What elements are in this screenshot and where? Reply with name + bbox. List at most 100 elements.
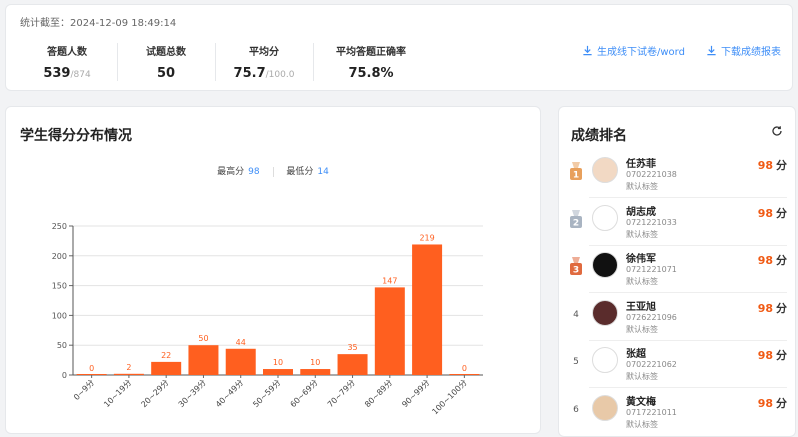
student-score: 98 分 [758, 395, 787, 411]
participants-value: 539 [43, 66, 71, 81]
ranking-list-item[interactable]: 3 徐伟军 0721221071 默认标签 98 分 [559, 246, 797, 293]
bar[interactable] [225, 348, 256, 375]
bar-value-label: 50 [198, 334, 208, 343]
score-value: 98 [757, 396, 773, 410]
rank-number: 6 [573, 404, 579, 415]
bar[interactable] [188, 345, 219, 375]
score-unit: 分 [776, 396, 787, 410]
avatar [592, 252, 618, 278]
bar[interactable] [449, 374, 480, 375]
bar-value-label: 219 [419, 233, 434, 242]
statistics-summary-card: 统计截至：2024-12-09 18:49:14 答题人数 539/874 试题… [5, 4, 793, 91]
ranking-list-item[interactable]: 1 任苏菲 0702221038 默认标签 98 分 [559, 151, 797, 198]
student-score: 98 分 [758, 300, 787, 316]
student-tag: 默认标签 [626, 182, 658, 191]
x-tick-label: 80~89分 [363, 378, 394, 409]
student-id: 0702221038 [626, 170, 677, 179]
bar-value-label: 22 [161, 351, 171, 360]
student-score: 98 分 [758, 157, 787, 173]
student-id: 0721221071 [626, 265, 677, 274]
ranking-list-item[interactable]: 6 黄文梅 0717221011 默认标签 98 分 [559, 389, 797, 436]
x-tick-label: 40~49分 [214, 378, 245, 409]
download-report-button[interactable]: 下载成绩报表 [706, 43, 781, 58]
score-ranking-card: 成绩排名 1 任苏菲 0702221038 默认标签 98 分 2 胡志成 0721221033… [558, 106, 796, 437]
ranking-list-item[interactable]: 5 张超 0702221062 默认标签 98 分 [559, 341, 797, 388]
x-tick-label: 30~39分 [177, 378, 208, 409]
rank-medal-icon: 2 [569, 209, 583, 231]
student-tag: 默认标签 [626, 277, 658, 286]
x-tick-label: 50~59分 [251, 378, 282, 409]
x-tick-label: 70~79分 [326, 378, 357, 409]
bar[interactable] [374, 287, 405, 375]
rank-number: 5 [573, 357, 579, 367]
bar[interactable] [412, 244, 443, 375]
accuracy-value: 75.8% [348, 66, 394, 81]
participants-label: 答题人数 [47, 47, 87, 58]
student-id: 0726221096 [626, 312, 677, 322]
score-unit: 分 [776, 301, 787, 315]
bar[interactable] [337, 354, 368, 375]
student-name: 任苏菲 [626, 159, 656, 170]
ranking-list-item[interactable]: 2 胡志成 0721221033 默认标签 98 分 [559, 199, 797, 246]
bar[interactable] [263, 369, 293, 375]
bar-value-label: 2 [126, 363, 131, 372]
download-report-label: 下载成绩报表 [721, 47, 781, 58]
avatar [592, 347, 618, 373]
y-tick-label: 50 [57, 341, 67, 350]
avatar [592, 394, 618, 421]
score-unit: 分 [776, 254, 787, 267]
student-score: 98 分 [758, 347, 787, 363]
generate-offline-paper-button[interactable]: 生成线下试卷/word [582, 43, 685, 58]
score-value: 98 [757, 349, 773, 362]
x-tick-label: 60~69分 [289, 378, 320, 409]
questions-value: 50 [156, 66, 176, 81]
score-unit: 分 [776, 206, 787, 220]
cutoff-time-text: 统计截至：2024-12-09 18:49:14 [20, 14, 176, 29]
student-tag: 默认标签 [626, 229, 658, 239]
bar[interactable] [76, 374, 107, 375]
score-value: 98 [757, 159, 773, 172]
student-name: 王亚旭 [626, 301, 656, 313]
bar-value-label: 44 [236, 338, 246, 347]
student-score: 98 分 [758, 205, 787, 221]
x-tick-label: 100~100分 [430, 378, 468, 416]
student-tag: 默认标签 [626, 419, 658, 429]
bar-value-label: 0 [89, 364, 94, 373]
download-icon [706, 45, 717, 56]
y-tick-label: 100 [52, 311, 67, 320]
rank-number: 2 [573, 218, 579, 228]
bar-value-label: 10 [310, 358, 320, 367]
bar[interactable] [300, 369, 331, 375]
rank-number: 4 [573, 309, 579, 320]
refresh-icon[interactable] [771, 125, 783, 141]
bar-value-label: 147 [382, 276, 397, 285]
student-id: 0721221033 [626, 217, 677, 227]
y-tick-label: 150 [52, 282, 67, 291]
average-value: 75.7 [233, 66, 266, 81]
cutoff-label: 统计截至： [20, 18, 70, 29]
avatar [592, 157, 618, 183]
bar[interactable] [151, 361, 182, 375]
x-tick-label: 0~9分 [72, 378, 96, 402]
generate-offline-paper-label: 生成线下试卷/word [597, 47, 685, 58]
y-tick-label: 0 [62, 371, 67, 380]
questions-stat: 试题总数 50 [117, 43, 215, 81]
student-id: 0717221011 [626, 407, 677, 417]
rank-medal-icon: 3 [569, 256, 583, 278]
score-unit: 分 [776, 159, 787, 172]
questions-label: 试题总数 [146, 47, 186, 58]
rank-number: 3 [573, 266, 579, 276]
participants-total: /874 [70, 70, 91, 80]
y-tick-label: 200 [52, 252, 67, 261]
student-tag: 默认标签 [626, 324, 658, 334]
average-score-stat: 平均分 75.7/100.0 [215, 43, 313, 81]
bar[interactable] [113, 373, 144, 375]
score-value: 98 [757, 206, 773, 220]
rank-medal-icon: 1 [569, 161, 583, 183]
x-tick-label: 10~19分 [102, 378, 133, 409]
score-distribution-card: 学生得分分布情况 最高分 98 最低分 14 0 50 100 150 200 250 0 0~9… [5, 106, 541, 434]
score-value: 98 [757, 301, 773, 315]
ranking-title: 成绩排名 [571, 128, 627, 144]
student-tag: 默认标签 [626, 372, 658, 381]
ranking-list-item[interactable]: 4 王亚旭 0726221096 默认标签 98 分 [559, 294, 797, 341]
